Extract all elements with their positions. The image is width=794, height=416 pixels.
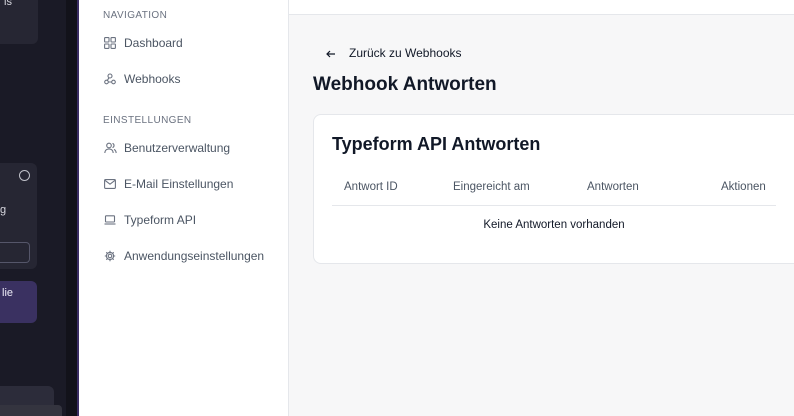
background-app-panel: ls g lie: [0, 0, 79, 416]
back-link-label: Zurück zu Webhooks: [349, 46, 462, 60]
column-header-antwort-id: Antwort ID: [344, 181, 398, 193]
column-header-antworten: Antworten: [587, 181, 639, 193]
background-card-text: ls: [4, 0, 12, 8]
background-card: ls: [0, 0, 38, 44]
laptop-icon: [103, 213, 117, 227]
background-card: g: [0, 163, 37, 269]
sidebar-item-label: Typeform API: [124, 213, 197, 227]
sidebar-item-label: Benutzerverwaltung: [124, 141, 231, 155]
section-heading-einstellungen: EINSTELLUNGEN: [103, 115, 192, 126]
sidebar-item-email-einstellungen[interactable]: E-Mail Einstellungen: [103, 175, 233, 193]
back-to-webhooks-link[interactable]: Zurück zu Webhooks: [325, 46, 462, 60]
background-input: [0, 242, 30, 263]
main-content: Zurück zu Webhooks Webhook Antworten Typ…: [289, 0, 794, 416]
card-title: Typeform API Antworten: [332, 134, 541, 154]
gauge-icon: [19, 170, 30, 181]
mail-icon: [103, 177, 117, 191]
responses-card: Typeform API Antworten Antwort ID Einger…: [313, 114, 794, 264]
sidebar-item-label: E-Mail Einstellungen: [124, 177, 234, 191]
empty-state-message: Keine Antworten vorhanden: [483, 219, 625, 231]
sidebar-item-anwendungseinstellungen[interactable]: Anwendungseinstellungen: [103, 247, 264, 265]
sidebar-item-webhooks[interactable]: Webhooks: [103, 70, 180, 88]
table-divider: [332, 205, 776, 206]
arrow-left-icon: [325, 47, 337, 59]
column-header-aktionen: Aktionen: [721, 181, 766, 193]
section-heading-navigation: NAVIGATION: [103, 10, 168, 21]
webhook-icon: [103, 72, 117, 86]
background-card-highlight: lie: [0, 281, 37, 323]
column-header-eingereicht-am: Eingereicht am: [453, 181, 530, 193]
panel-edge: [66, 0, 79, 416]
sidebar-item-dashboard[interactable]: Dashboard: [103, 34, 183, 52]
sidebar-item-typeform-api[interactable]: Typeform API: [103, 211, 196, 229]
background-card-text: g: [0, 204, 7, 216]
gear-icon: [103, 249, 117, 263]
top-bar: [289, 0, 794, 15]
sidebar-item-benutzerverwaltung[interactable]: Benutzerverwaltung: [103, 139, 230, 157]
background-card: [0, 405, 62, 416]
sidebar-item-label: Dashboard: [124, 36, 183, 50]
sidebar-item-label: Anwendungseinstellungen: [124, 249, 265, 263]
sidebar-item-label: Webhooks: [124, 72, 181, 86]
grid-icon: [103, 36, 117, 50]
background-card-text: lie: [2, 287, 14, 299]
sidebar: NAVIGATION Dashboard Webhooks EINSTELLUN…: [79, 0, 289, 416]
users-icon: [103, 141, 117, 155]
page-title: Webhook Antworten: [313, 74, 497, 95]
